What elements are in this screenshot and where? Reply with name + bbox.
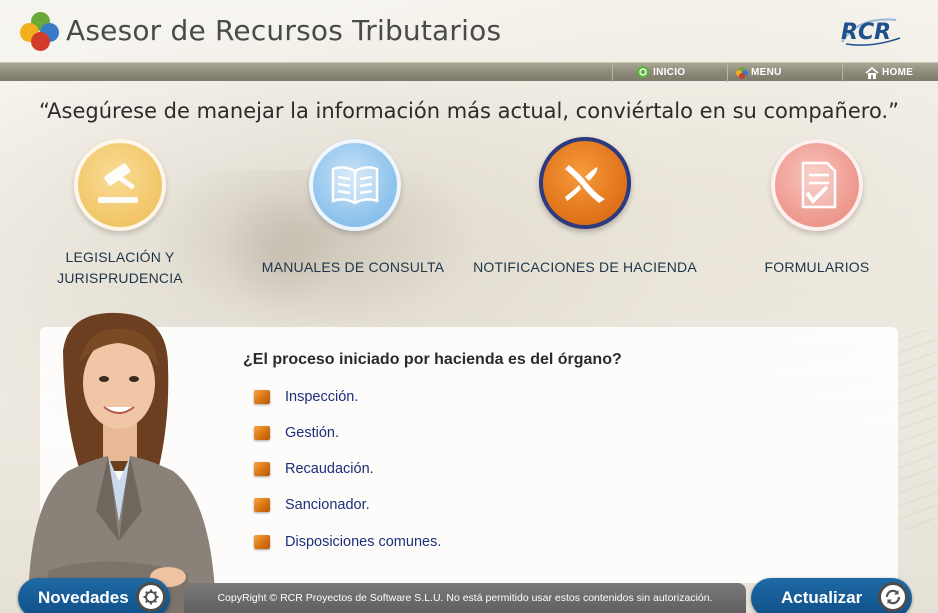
category-manuales-label[interactable]: MANUALES DE CONSULTA: [253, 257, 453, 278]
option-bullet-icon: [254, 462, 270, 476]
option-label: Disposiciones comunes.: [285, 534, 442, 550]
actualizar-label: Actualizar: [781, 588, 863, 607]
nav-menu[interactable]: MENU: [727, 63, 842, 82]
app-logo-icon: [20, 12, 62, 52]
app-header: Asesor de Recursos Tributarios RCR: [0, 0, 938, 62]
power-icon: [637, 66, 649, 78]
copyright-bar: CopyRight © RCR Proyectos de Software S.…: [184, 583, 746, 613]
category-legislacion-label[interactable]: LEGISLACIÓN Y JURISPRUDENCIA: [40, 247, 200, 289]
assistant-woman-illustration: [28, 312, 216, 613]
option-recaudacion[interactable]: Recaudación.: [254, 461, 374, 477]
actualizar-button[interactable]: Actualizar: [751, 578, 912, 613]
refresh-icon: [878, 582, 908, 612]
slogan-quote: “Asegúrese de manejar la información más…: [39, 99, 899, 123]
option-bullet-icon: [254, 535, 270, 549]
category-formularios-label[interactable]: FORMULARIOS: [737, 257, 897, 278]
menu-colors-icon: [736, 66, 748, 79]
open-book-icon: [331, 166, 379, 205]
option-bullet-icon: [254, 498, 270, 512]
nav-home[interactable]: HOME: [842, 63, 938, 82]
option-sancionador[interactable]: Sancionador.: [254, 497, 370, 513]
option-bullet-icon: [254, 426, 270, 440]
option-label: Sancionador.: [285, 497, 370, 513]
category-notificaciones-label[interactable]: NOTIFICACIONES DE HACIENDA: [470, 257, 700, 278]
category-manuales-circle[interactable]: [309, 139, 401, 231]
question-text: ¿El proceso iniciado por hacienda es del…: [243, 351, 622, 368]
novedades-label: Novedades: [38, 588, 129, 607]
option-inspeccion[interactable]: Inspección.: [254, 389, 358, 405]
nav-inicio[interactable]: INICIO: [612, 63, 727, 82]
nav-menu-label: MENU: [751, 67, 782, 78]
hacienda-x-icon: [565, 165, 605, 203]
option-label: Inspección.: [285, 389, 359, 405]
rcr-brand-logo-icon: RCR: [841, 18, 901, 46]
gear-icon: [136, 582, 166, 612]
gavel-icon: [98, 163, 138, 203]
option-disposiciones-comunes[interactable]: Disposiciones comunes.: [254, 534, 441, 550]
option-label: Recaudación.: [285, 461, 374, 477]
option-label: Gestión.: [285, 425, 339, 441]
category-legislacion-circle[interactable]: [74, 139, 166, 231]
nav-inicio-label: INICIO: [653, 67, 686, 78]
top-nav-bar: INICIO MENU HOME: [0, 62, 938, 82]
novedades-button[interactable]: Novedades: [18, 578, 170, 613]
app-title: Asesor de Recursos Tributarios: [66, 14, 502, 47]
home-icon: [865, 66, 879, 79]
category-formularios-circle[interactable]: [771, 139, 863, 231]
option-bullet-icon: [254, 390, 270, 404]
nav-home-label: HOME: [882, 67, 914, 78]
svg-text:RCR: RCR: [841, 20, 891, 45]
category-notificaciones-circle[interactable]: [539, 137, 631, 229]
form-checklist-icon: [801, 161, 837, 209]
option-gestion[interactable]: Gestión.: [254, 425, 339, 441]
